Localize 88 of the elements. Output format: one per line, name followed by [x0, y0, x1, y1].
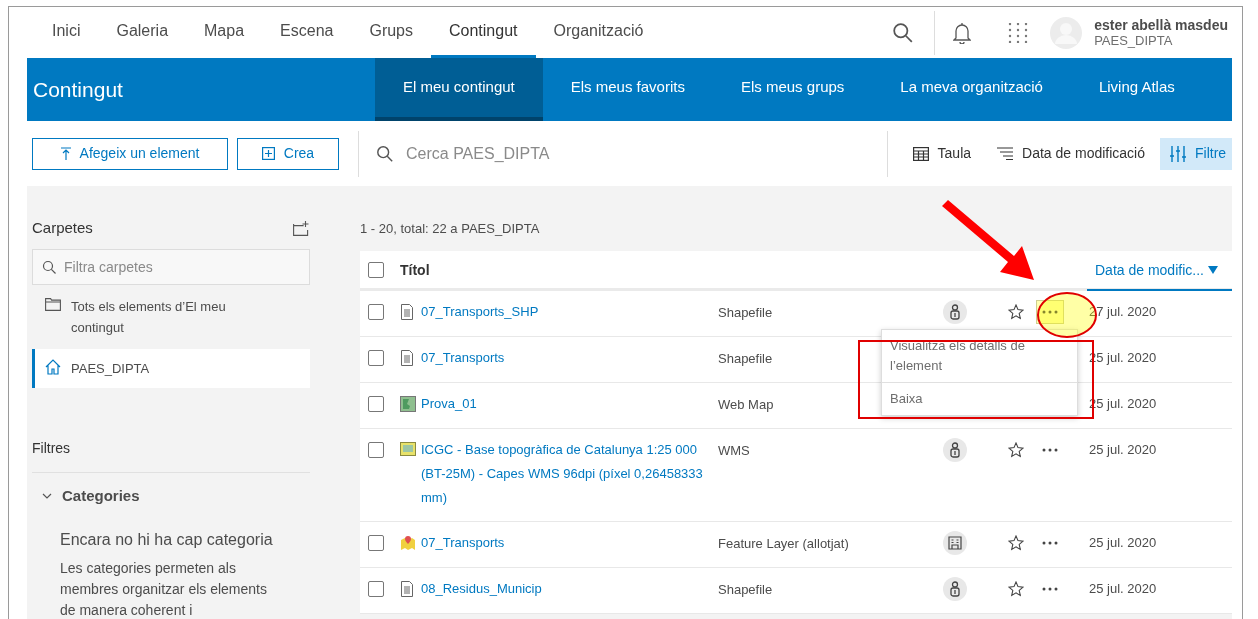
row-checkbox[interactable]: [368, 442, 384, 458]
menu-item[interactable]: Visualitza els detalls de l’element: [882, 330, 1077, 382]
document-icon: [400, 581, 414, 597]
item-title-link[interactable]: 08_Residus_Municip: [421, 577, 703, 601]
row-checkbox[interactable]: [368, 535, 384, 551]
content-tab[interactable]: Els meus grups: [712, 58, 873, 121]
item-title-link[interactable]: 07_Transports: [421, 346, 703, 370]
item-type: Feature Layer (allotjat): [718, 536, 849, 551]
row-checkbox[interactable]: [368, 396, 384, 412]
nav-tab[interactable]: Mapa: [186, 7, 263, 58]
private-share-icon: [943, 438, 967, 462]
row-checkbox[interactable]: [368, 350, 384, 366]
ellipsis-icon: [1042, 541, 1058, 545]
content-tab[interactable]: El meu contingut: [375, 58, 543, 121]
table-view-button[interactable]: Taula: [912, 143, 972, 164]
results-summary: 1 - 20, total: 22 a PAES_DIPTA: [360, 220, 541, 237]
date-column-header[interactable]: Data de modific...: [1087, 251, 1232, 291]
layer-pin-icon: [400, 535, 416, 551]
modified-date: 25 jul. 2020: [1089, 534, 1157, 552]
sort-lines-icon: [997, 147, 1014, 160]
nav-tab[interactable]: Grups: [351, 7, 431, 58]
filters-heading: Filtres: [32, 438, 310, 473]
notification-bell-icon[interactable]: [953, 21, 972, 44]
add-item-button[interactable]: Afegeix un element: [32, 137, 228, 170]
create-button[interactable]: Crea: [237, 137, 339, 170]
nav-tab[interactable]: Organització: [535, 7, 662, 58]
search-icon: [42, 260, 57, 275]
item-type: Shapefile: [718, 582, 773, 597]
item-title-link[interactable]: 07_Transports: [421, 531, 703, 555]
folder-filter-field[interactable]: Filtra carpetes: [32, 249, 310, 285]
star-icon[interactable]: [1008, 304, 1024, 320]
item-type: Shapefile: [718, 305, 773, 320]
content-tab[interactable]: La meva organització: [872, 58, 1071, 121]
modified-date: 25 jul. 2020: [1089, 441, 1157, 459]
title-column-header[interactable]: Títol: [400, 251, 430, 291]
content-search-field[interactable]: Cerca PAES_DIPTA: [406, 135, 866, 172]
nav-tab[interactable]: Escena: [262, 7, 352, 58]
star-icon[interactable]: [1008, 581, 1024, 597]
empty-categories-text: Les categories permeten als membres organitzar els elements de manera coherent i: [60, 558, 268, 619]
user-organization: PAES_DIPTA: [1094, 32, 1174, 49]
new-folder-icon[interactable]: [293, 220, 310, 236]
map-icon: [400, 396, 416, 412]
star-icon[interactable]: [1008, 535, 1024, 551]
document-icon: [400, 304, 414, 320]
plus-square-icon: [261, 147, 275, 160]
document-icon: [400, 350, 414, 366]
item-type: WMS: [718, 443, 750, 458]
star-icon[interactable]: [1008, 442, 1024, 458]
item-type: Shapefile: [718, 351, 773, 366]
folders-heading: Carpetes: [32, 217, 93, 238]
ellipsis-icon: [1042, 310, 1058, 314]
more-options-button[interactable]: [1036, 300, 1064, 324]
ellipsis-icon: [1042, 448, 1058, 452]
search-icon: [376, 144, 394, 163]
folder-icon: [45, 298, 61, 311]
item-type: Web Map: [718, 397, 774, 412]
private-share-icon: [943, 577, 967, 601]
user-name: ester abellà masdeu: [1094, 16, 1228, 33]
menu-item[interactable]: Baixa: [882, 382, 1077, 415]
categories-toggle[interactable]: Categories: [32, 485, 310, 508]
table-icon: [912, 146, 929, 161]
ellipsis-icon: [1042, 587, 1058, 591]
select-all-checkbox[interactable]: [368, 261, 384, 278]
page-title: Contingut: [32, 76, 124, 103]
folder-item[interactable]: PAES_DIPTA: [32, 349, 310, 388]
sort-descending-icon: [1207, 266, 1218, 274]
modified-date: 25 jul. 2020: [1089, 580, 1157, 598]
private-share-icon: [943, 300, 967, 324]
item-title-link[interactable]: ICGC - Base topogràfica de Catalunya 1:25 000 (BT-25M) - Capes WMS 96dpi (píxel 0,26458333 mm): [421, 438, 703, 510]
upload-icon: [60, 147, 71, 160]
filter-button[interactable]: Filtre: [1160, 137, 1232, 170]
item-title-link[interactable]: Prova_01: [421, 392, 703, 416]
apps-grid-icon[interactable]: [1008, 22, 1029, 43]
row-checkbox[interactable]: [368, 304, 384, 320]
nav-tab[interactable]: Galeria: [98, 7, 187, 58]
content-tab[interactable]: Living Atlas: [1070, 58, 1203, 121]
content-tab[interactable]: Els meus favorits: [542, 58, 713, 121]
folder-item[interactable]: Tots els elements d’El meu contingut: [32, 287, 310, 347]
item-title-link[interactable]: 07_Transports_SHP: [421, 300, 703, 324]
nav-tab[interactable]: Inici: [34, 7, 99, 58]
organization-share-icon: [943, 531, 967, 555]
home-icon: [45, 359, 61, 375]
sort-button[interactable]: Data de modificació: [997, 143, 1145, 164]
row-checkbox[interactable]: [368, 581, 384, 597]
map-icon: [400, 442, 416, 456]
empty-categories-title: Encara no hi ha cap categoria: [60, 529, 274, 550]
sliders-icon: [1170, 145, 1186, 162]
search-icon: [892, 21, 915, 44]
